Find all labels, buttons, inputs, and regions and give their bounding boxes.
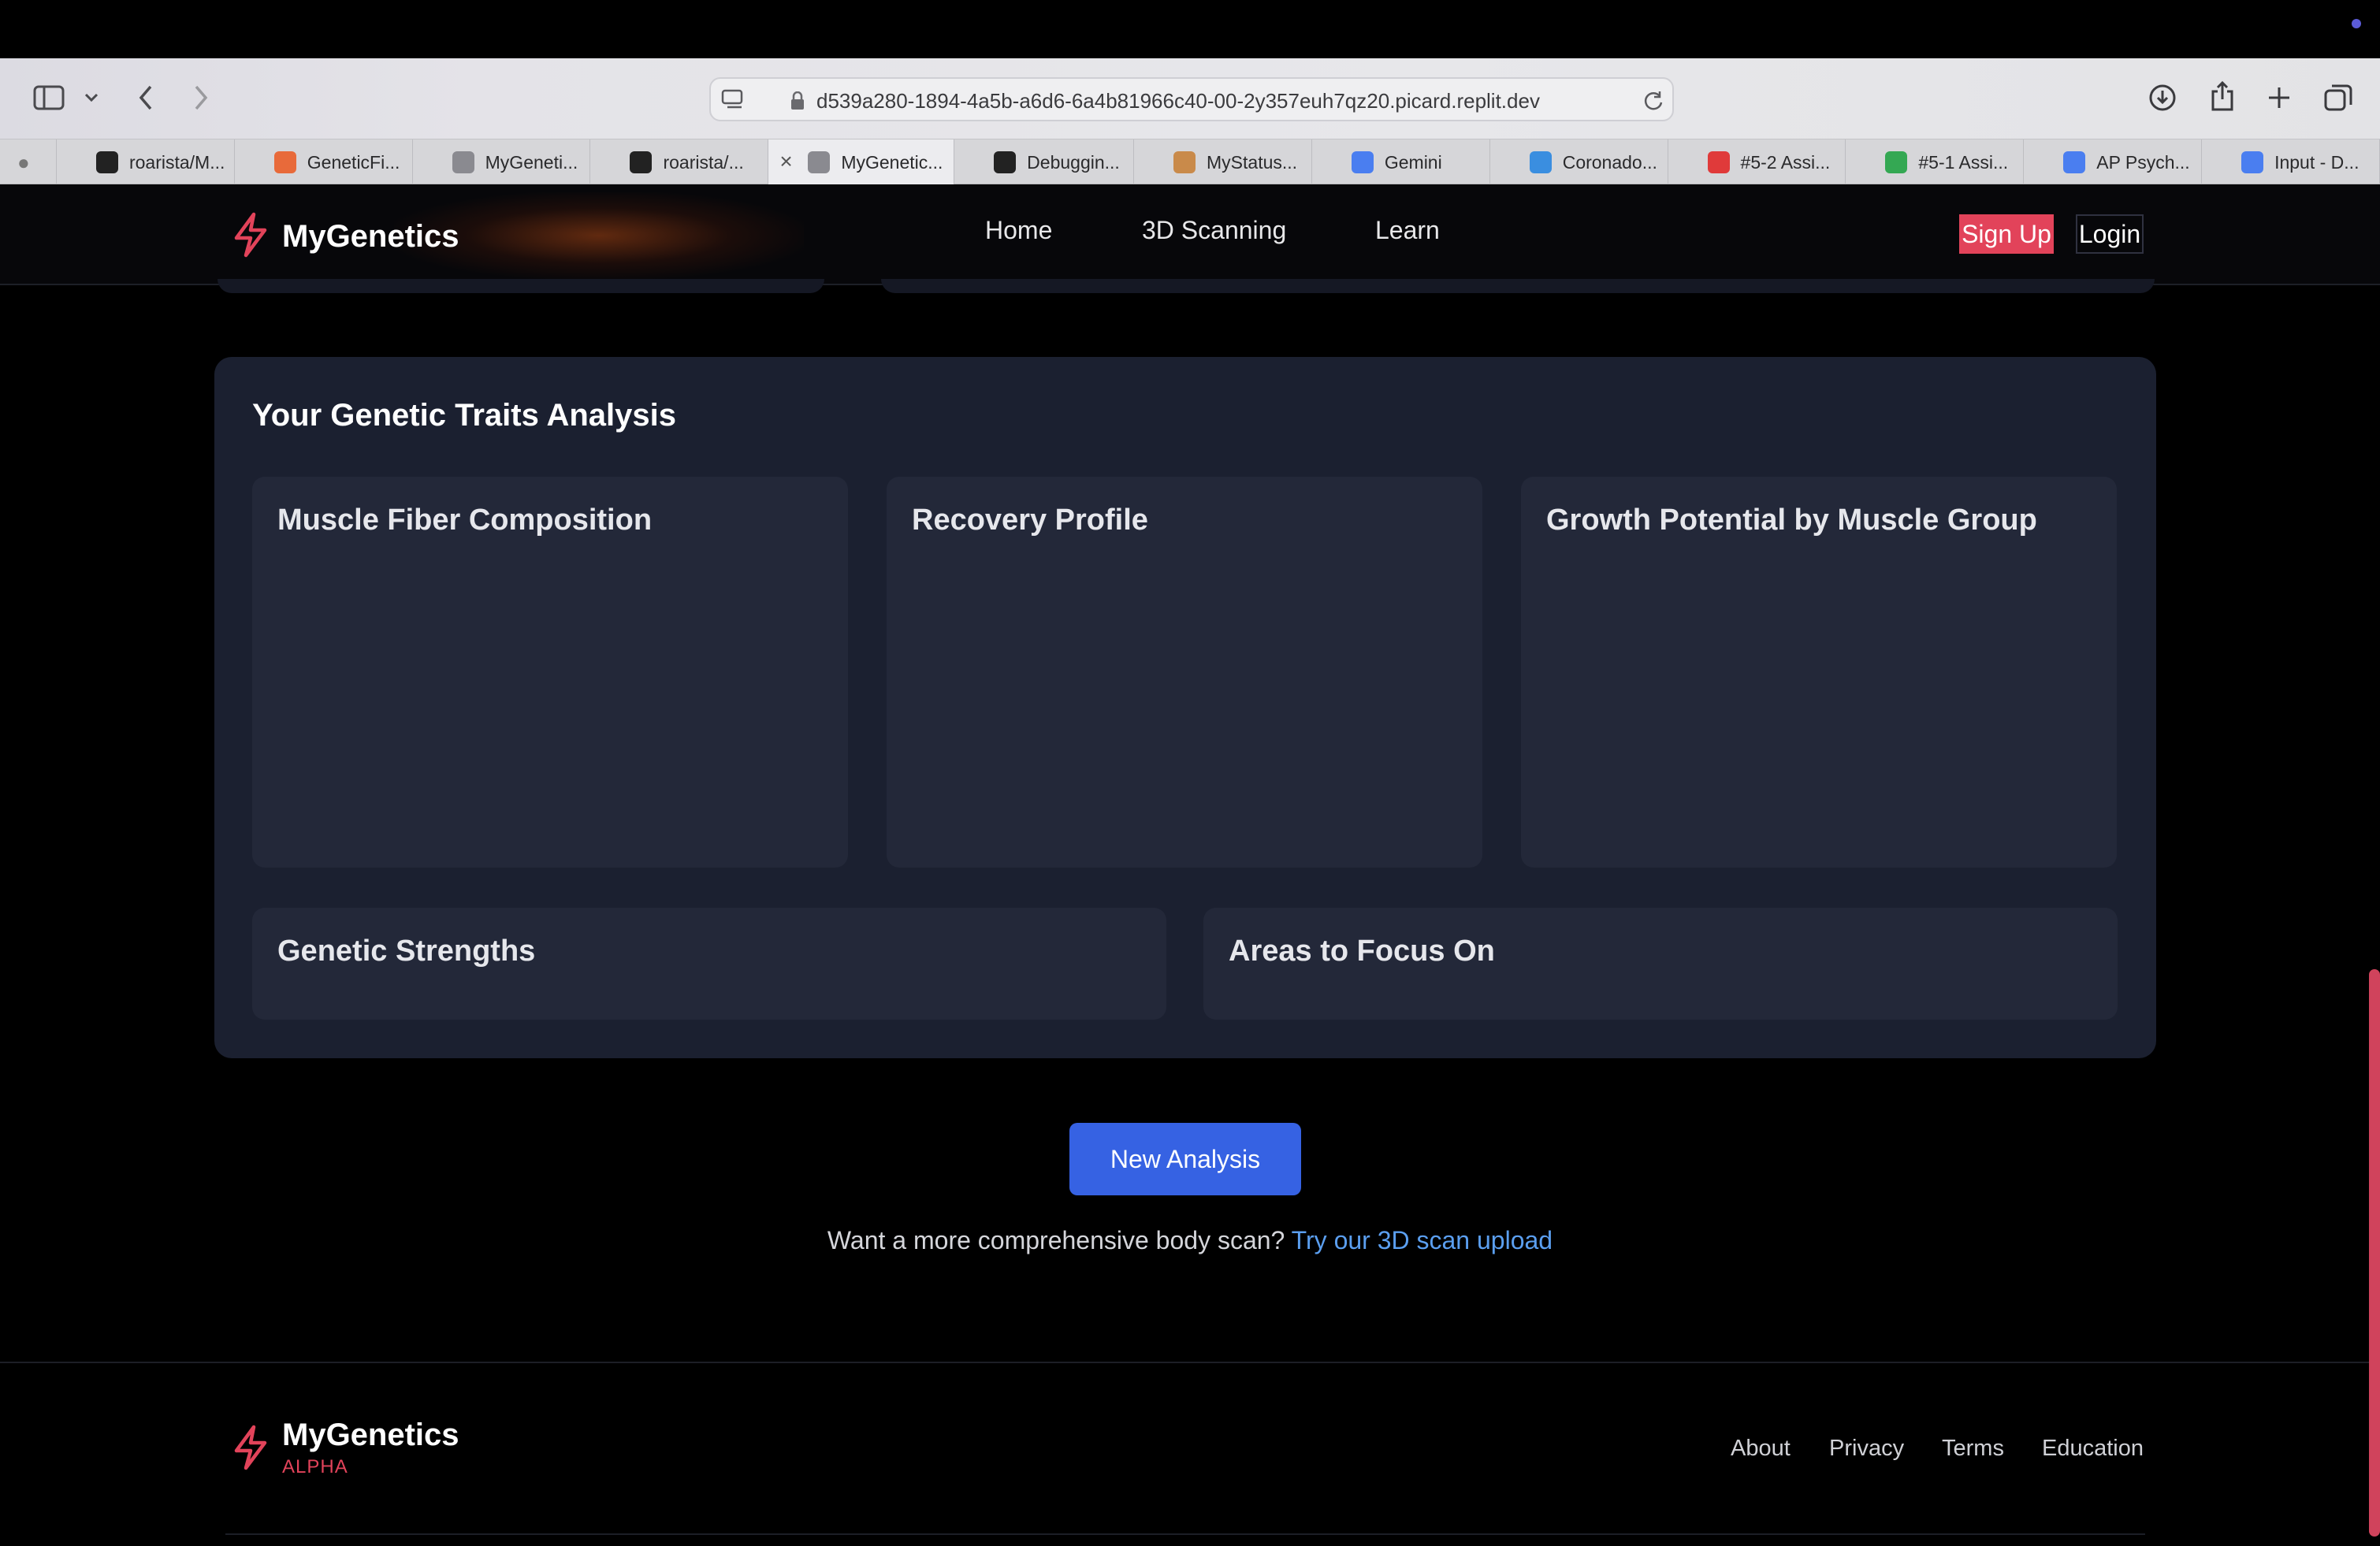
sign-up-button[interactable]: Sign Up	[1959, 214, 2054, 254]
downloads-icon[interactable]	[2147, 82, 2178, 113]
card-title: Genetic Strengths	[277, 935, 536, 968]
browser-tab[interactable]: Gemini	[1312, 139, 1490, 185]
footer-link-terms[interactable]: Terms	[1942, 1436, 2004, 1462]
browser-tab[interactable]: Coronado...	[1490, 139, 1668, 185]
previous-card-left	[218, 279, 824, 293]
close-tab-icon[interactable]: ×	[779, 149, 792, 174]
tab-label: #5-1 Assi...	[1918, 151, 2009, 173]
genetic-traits-panel: Your Genetic Traits Analysis Muscle Fibe…	[214, 357, 2156, 1058]
os-menu-bar	[0, 0, 2380, 58]
web-page: MyGenetics Home 3D Scanning Learn Sign U…	[0, 184, 2380, 1546]
footer-link-education[interactable]: Education	[2042, 1436, 2144, 1462]
reload-icon[interactable]	[1641, 88, 1666, 113]
github-icon	[95, 151, 118, 173]
card-title: Growth Potential by Muscle Group	[1546, 504, 2037, 537]
browser-tab[interactable]: MyStatus...	[1134, 139, 1312, 185]
tab-label: MyStatus...	[1207, 151, 1298, 173]
tab-label: Input - D...	[2274, 151, 2360, 173]
login-button[interactable]: Login	[2076, 214, 2144, 254]
tab-apple[interactable]: ●	[0, 139, 57, 185]
canvas-icon	[1707, 151, 1730, 173]
nav-link-3d-scanning[interactable]: 3D Scanning	[1142, 216, 1286, 245]
status-dot-icon	[2352, 19, 2361, 28]
section-title: Your Genetic Traits Analysis	[252, 398, 676, 433]
scan-cta: Want a more comprehensive body scan? Try…	[0, 1226, 2380, 1255]
browser-tab[interactable]: Input - D...	[2202, 139, 2380, 185]
tab-label: MyGeneti...	[485, 151, 578, 173]
browser-tab[interactable]: MyGeneti...	[413, 139, 591, 185]
card-title: Recovery Profile	[912, 504, 1148, 537]
browser-tab[interactable]: roarista/...	[590, 139, 769, 185]
genetic-strengths-card: Genetic Strengths	[252, 908, 1166, 1020]
tab-label: #5-2 Assi...	[1740, 151, 1831, 173]
brand-name: MyGenetics	[282, 219, 459, 254]
tab-label: Coronado...	[1562, 151, 1657, 173]
browser-tab[interactable]: roarista/M...	[57, 139, 235, 185]
lightning-bolt-icon	[230, 211, 271, 262]
tab-label: GeneticFi...	[307, 151, 400, 173]
gemini-icon	[1351, 151, 1374, 173]
shield-icon	[1173, 151, 1196, 173]
footer-brand[interactable]: MyGenetics ALPHA	[230, 1418, 459, 1478]
alpha-badge: ALPHA	[282, 1456, 348, 1477]
github-icon	[630, 151, 653, 173]
back-icon[interactable]	[134, 82, 158, 113]
recovery-profile-card: Recovery Profile	[887, 477, 1482, 868]
apple-icon: ●	[17, 150, 30, 174]
site-navbar: MyGenetics Home 3D Scanning Learn Sign U…	[0, 184, 2380, 285]
browser-tab[interactable]: AP Psych...	[2024, 139, 2203, 185]
page-scrollbar[interactable]	[2369, 969, 2380, 1537]
footer-bottom-divider	[225, 1533, 2145, 1535]
scan-upload-link[interactable]: Try our 3D scan upload	[1292, 1226, 1553, 1254]
url-text[interactable]: d539a280-1894-4a5b-a6d6-6a4b81966c40-00-…	[816, 79, 1540, 123]
new-tab-plus-icon[interactable]	[2263, 82, 2295, 113]
cloud-icon	[1529, 151, 1552, 173]
browser-toolbar: d539a280-1894-4a5b-a6d6-6a4b81966c40-00-…	[0, 58, 2380, 139]
browser-tab[interactable]: Debuggin...	[954, 139, 1135, 185]
browser-tab[interactable]: × MyGenetic...	[768, 139, 955, 185]
tab-label: roarista/...	[663, 151, 744, 173]
browser-tab[interactable]: #5-2 Assi...	[1668, 139, 1846, 185]
cta-text: Want a more comprehensive body scan?	[827, 1226, 1285, 1254]
growth-potential-card: Growth Potential by Muscle Group	[1521, 477, 2117, 868]
footer-brand-name: MyGenetics	[282, 1418, 459, 1452]
docs-icon	[2063, 151, 2086, 173]
chevron-down-icon[interactable]	[82, 88, 101, 107]
replit-r-icon	[452, 151, 474, 173]
nav-link-learn[interactable]: Learn	[1375, 216, 1440, 245]
tab-label: MyGenetic...	[841, 151, 943, 173]
footer-link-about[interactable]: About	[1731, 1436, 1791, 1462]
tab-bar: ● roarista/M... GeneticFi... MyGeneti... ro…	[0, 139, 2380, 185]
tab-label: Debuggin...	[1027, 151, 1120, 173]
drive-icon	[1885, 151, 1908, 173]
figma-like-icon	[273, 151, 296, 173]
footer-link-privacy[interactable]: Privacy	[1829, 1436, 1904, 1462]
lightning-bolt-icon	[230, 1424, 271, 1475]
footer-divider	[0, 1362, 2380, 1363]
muscle-fiber-card: Muscle Fiber Composition	[252, 477, 848, 868]
previous-card-right	[881, 279, 2155, 293]
forward-icon[interactable]	[189, 82, 213, 113]
nav-link-home[interactable]: Home	[985, 216, 1052, 245]
brand-logo[interactable]: MyGenetics	[230, 211, 459, 262]
site-settings-icon[interactable]	[720, 87, 746, 112]
address-bar[interactable]: d539a280-1894-4a5b-a6d6-6a4b81966c40-00-…	[709, 77, 1674, 121]
lock-icon	[788, 90, 807, 112]
sidebar-toggle-icon[interactable]	[32, 82, 66, 113]
browser-tab[interactable]: GeneticFi...	[235, 139, 413, 185]
docs-icon	[2241, 151, 2264, 173]
browser-tab[interactable]: #5-1 Assi...	[1846, 139, 2025, 185]
areas-to-focus-card: Areas to Focus On	[1203, 908, 2118, 1020]
tab-overview-icon[interactable]	[2322, 80, 2355, 113]
replit-r-icon	[808, 151, 831, 173]
chatgpt-icon	[994, 151, 1017, 173]
tab-label: Gemini	[1384, 151, 1442, 173]
share-icon[interactable]	[2207, 79, 2238, 113]
new-analysis-button[interactable]: New Analysis	[1069, 1123, 1301, 1195]
card-title: Areas to Focus On	[1229, 935, 1495, 968]
tab-label: AP Psych...	[2096, 151, 2190, 173]
card-title: Muscle Fiber Composition	[277, 504, 653, 537]
tab-label: roarista/M...	[128, 151, 225, 173]
